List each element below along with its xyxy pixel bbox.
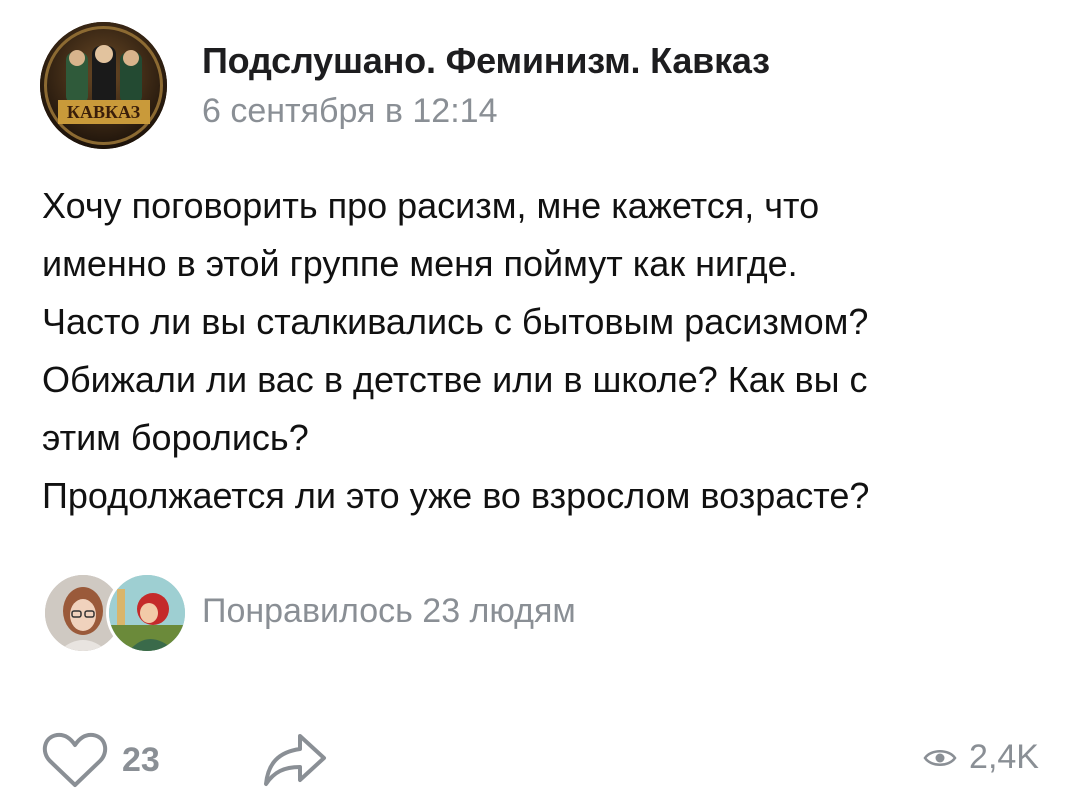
share-button[interactable] — [262, 730, 328, 788]
views-counter: 2,4K — [923, 738, 1039, 777]
post-text-line: этим боролись? — [42, 417, 309, 458]
like-button[interactable]: 23 — [42, 732, 160, 788]
group-avatar-image: КАВКАЗ — [40, 22, 167, 149]
post-text-line: Продолжается ли это уже во взрослом возр… — [42, 475, 870, 516]
eye-icon — [923, 749, 957, 766]
group-name-link[interactable]: Подслушано. Феминизм. Кавказ — [202, 40, 770, 82]
share-arrow-icon — [264, 734, 326, 786]
post-text: Хочу поговорить про расизм, мне кажется,… — [42, 177, 1042, 525]
liker-avatars[interactable] — [42, 572, 192, 654]
group-avatar[interactable]: КАВКАЗ — [40, 22, 167, 149]
wall-post: КАВКАЗ Подслушано. Феминизм. Кавказ 6 се… — [0, 0, 1079, 801]
like-count: 23 — [122, 740, 160, 779]
post-date[interactable]: 6 сентября в 12:14 — [202, 92, 497, 131]
post-text-line: Обижали ли вас в детстве или в школе? Ка… — [42, 359, 868, 400]
post-text-line: Часто ли вы сталкивались с бытовым расиз… — [42, 301, 869, 342]
post-text-line: Хочу поговорить про расизм, мне кажется,… — [42, 185, 820, 226]
liker-photo — [109, 575, 185, 651]
views-count: 2,4K — [969, 738, 1039, 776]
svg-text:КАВКАЗ: КАВКАЗ — [67, 102, 141, 122]
liker-avatar — [106, 572, 188, 654]
heart-outline-icon — [42, 732, 108, 787]
likes-summary[interactable]: Понравилось 23 людям — [202, 592, 576, 631]
post-text-line: именно в этой группе меня поймут как ниг… — [42, 243, 798, 284]
